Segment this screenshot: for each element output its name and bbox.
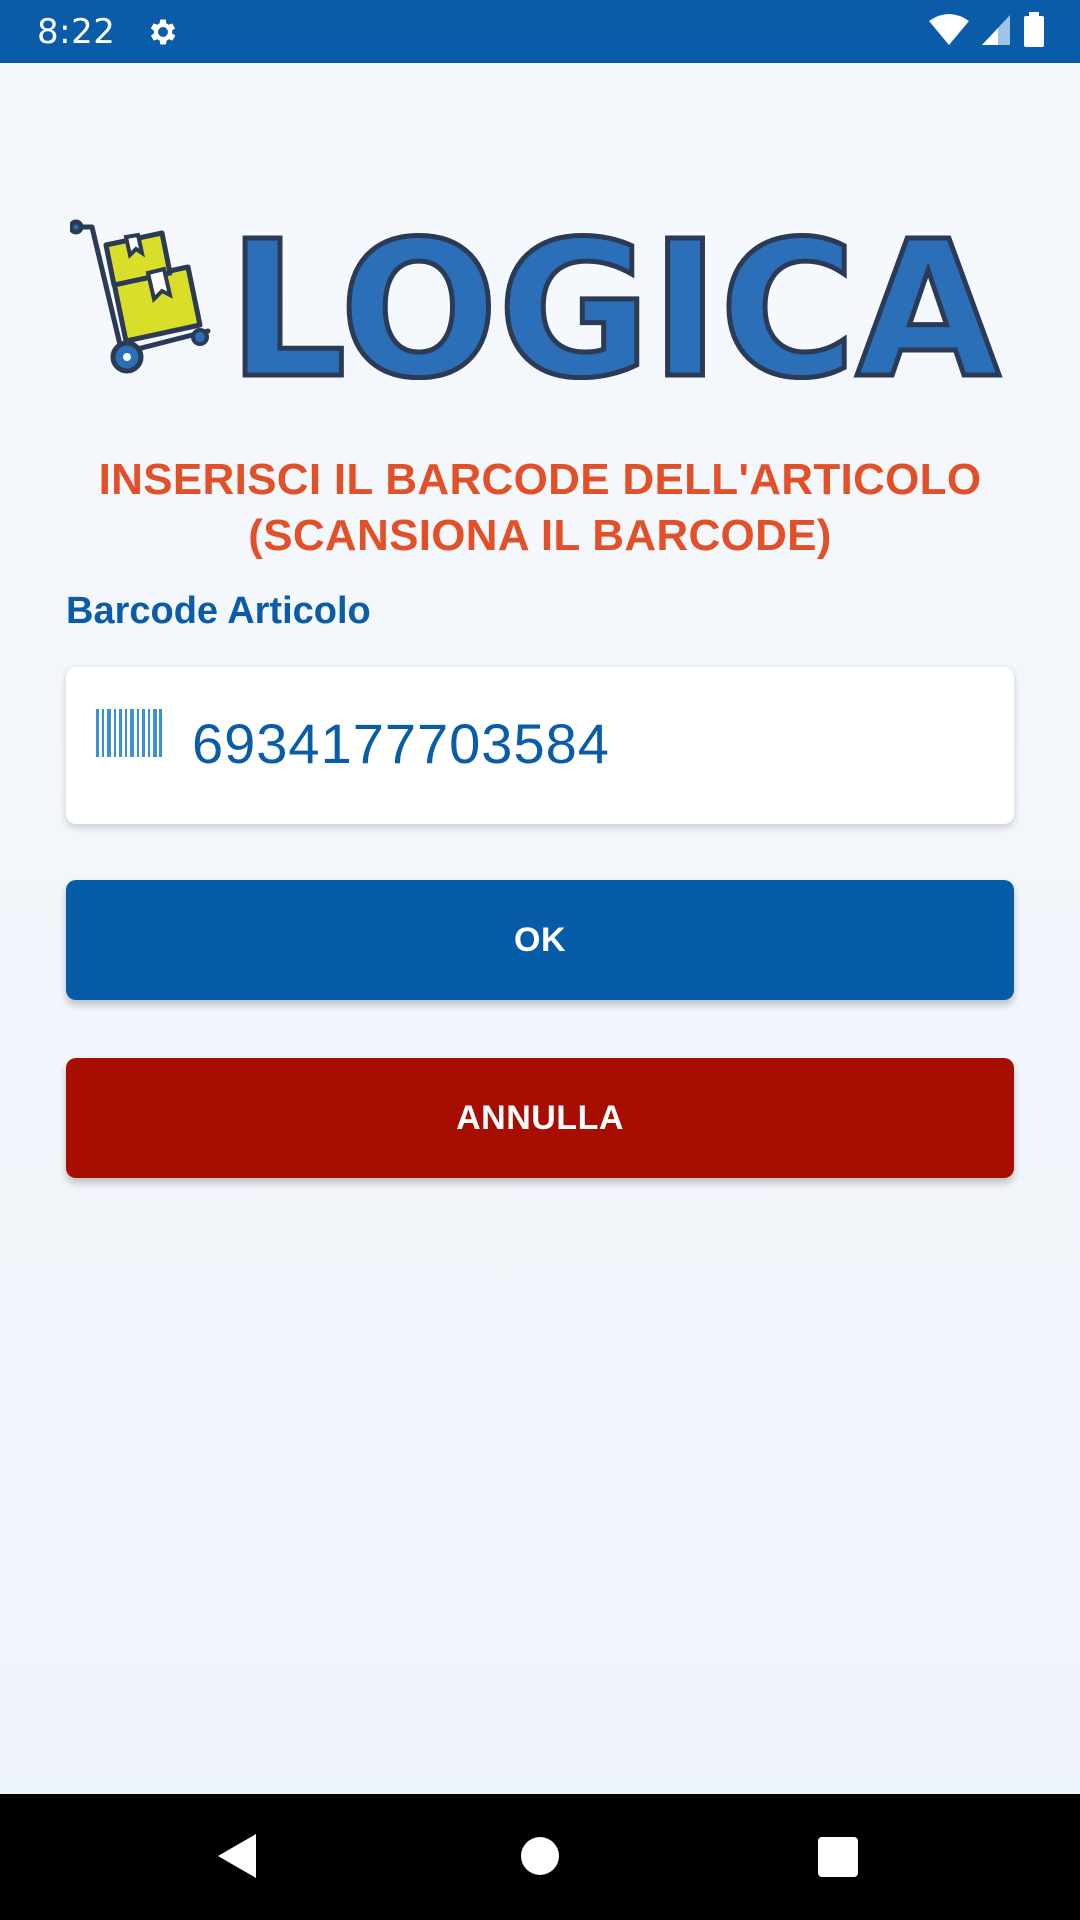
hand-truck-boxes-icon: LOGICA [68, 199, 1003, 423]
battery-icon [1022, 12, 1046, 53]
navigation-bar [0, 1794, 1080, 1920]
barcode-value[interactable]: 6934177703584 [192, 711, 610, 776]
signal-icon [980, 13, 1012, 52]
instruction-line-1: INSERISCI IL BARCODE DELL'ARTICOLO [98, 455, 982, 504]
cancel-button[interactable]: ANNULLA [66, 1058, 1014, 1178]
wifi-icon [928, 13, 970, 52]
recent-apps-icon[interactable] [818, 1837, 858, 1877]
barcode-field-label: Barcode Articolo [66, 590, 371, 632]
status-time: 8:22 [37, 11, 116, 52]
logo-text: LOGICA [228, 215, 1000, 380]
home-icon[interactable] [521, 1837, 559, 1875]
back-icon[interactable] [216, 1832, 258, 1880]
logica-logo: LOGICA [68, 199, 1010, 423]
gear-icon [145, 14, 181, 50]
instruction-heading: INSERISCI IL BARCODE DELL'ARTICOLO (SCAN… [60, 452, 1020, 564]
barcode-icon [96, 709, 162, 757]
barcode-input[interactable]: 6934177703584 [66, 667, 1014, 824]
status-bar: 8:22 [0, 0, 1080, 63]
ok-button[interactable]: OK [66, 880, 1014, 1000]
instruction-line-2: (SCANSIONA IL BARCODE) [248, 511, 832, 560]
